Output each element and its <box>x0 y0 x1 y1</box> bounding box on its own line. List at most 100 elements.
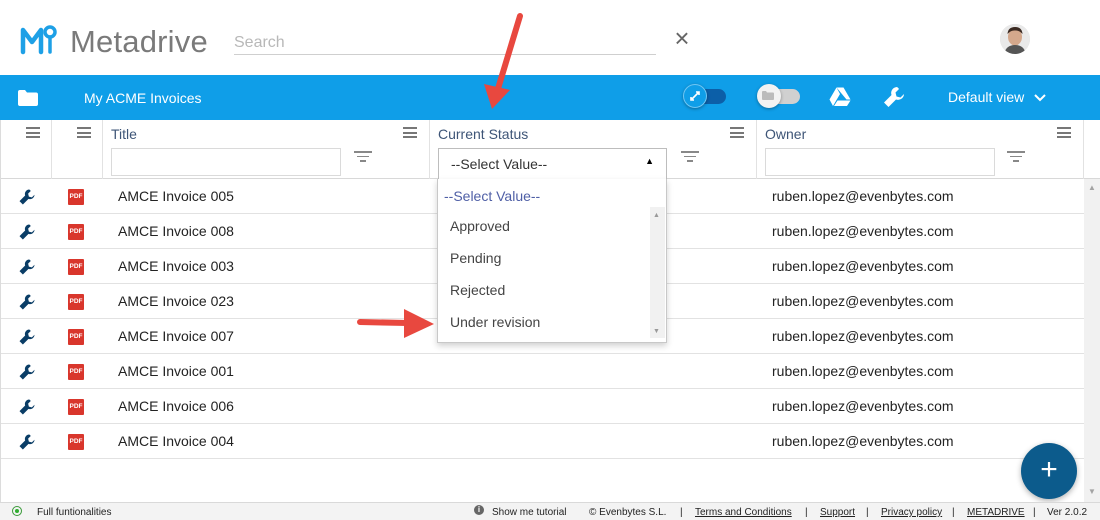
scroll-down-icon[interactable]: ▼ <box>653 328 660 335</box>
pdf-icon: PDF <box>68 399 84 415</box>
pdf-icon: PDF <box>68 364 84 380</box>
column-header-title[interactable]: Title <box>111 126 137 142</box>
terms-link[interactable]: Terms and Conditions <box>695 507 792 518</box>
compress-icon <box>683 84 707 108</box>
row-title[interactable]: AMCE Invoice 023 <box>118 293 234 309</box>
info-icon[interactable]: i <box>474 505 484 515</box>
user-avatar[interactable] <box>1000 24 1030 54</box>
footer-separator: | <box>805 507 808 518</box>
row-title[interactable]: AMCE Invoice 004 <box>118 433 234 449</box>
row-title[interactable]: AMCE Invoice 003 <box>118 258 234 274</box>
folder-toggle-icon <box>757 84 781 108</box>
view-selector-label: Default view <box>948 89 1025 105</box>
folder-toggle[interactable] <box>757 84 800 108</box>
support-link[interactable]: Support <box>820 507 855 518</box>
row-title[interactable]: AMCE Invoice 008 <box>118 223 234 239</box>
search-input[interactable] <box>234 31 656 55</box>
column-menu-icon[interactable] <box>77 127 91 138</box>
search-clear-icon[interactable]: × <box>672 25 692 51</box>
dropdown-option[interactable]: Pending <box>450 250 501 266</box>
wrench-icon[interactable] <box>18 188 36 206</box>
pdf-icon: PDF <box>68 189 84 205</box>
settings-wrench-icon[interactable] <box>882 85 906 109</box>
pdf-icon: PDF <box>68 294 84 310</box>
row-owner: ruben.lopez@evenbytes.com <box>772 223 954 239</box>
footer: Full funtionalities i Show me tutorial ©… <box>0 502 1100 520</box>
column-menu-icon[interactable] <box>730 127 744 138</box>
column-separator[interactable] <box>1083 120 1084 179</box>
column-header-status[interactable]: Current Status <box>438 126 528 142</box>
table-row[interactable]: PDF AMCE Invoice 004 ruben.lopez@evenbytes… <box>1 424 1084 459</box>
status-filter-value: --Select Value-- <box>451 156 548 172</box>
metadrive-link[interactable]: METADRIVE <box>967 507 1025 518</box>
footer-separator: | <box>866 507 869 518</box>
status-indicator-icon <box>12 506 22 516</box>
column-separator[interactable] <box>756 120 757 179</box>
column-separator[interactable] <box>51 120 52 179</box>
google-drive-icon[interactable] <box>828 86 852 108</box>
column-menu-icon[interactable] <box>26 127 40 138</box>
column-menu-icon[interactable] <box>1057 127 1071 138</box>
row-title[interactable]: AMCE Invoice 007 <box>118 328 234 344</box>
caret-up-icon: ▲ <box>645 156 654 166</box>
chevron-down-icon <box>1034 94 1046 102</box>
folder-title: My ACME Invoices <box>84 90 202 106</box>
add-document-button[interactable]: + <box>1021 443 1077 499</box>
wrench-icon[interactable] <box>18 398 36 416</box>
dropdown-option[interactable]: Approved <box>450 218 510 234</box>
row-title[interactable]: AMCE Invoice 006 <box>118 398 234 414</box>
compact-toggle[interactable] <box>683 84 726 108</box>
app-window: Metadrive × My ACME Invoices <box>0 0 1100 520</box>
dropdown-option[interactable]: --Select Value-- <box>444 188 540 204</box>
copyright-text: © Evenbytes S.L. <box>589 507 667 518</box>
status-filter-select[interactable]: --Select Value-- ▲ <box>438 148 667 179</box>
column-separator[interactable] <box>429 120 430 179</box>
wrench-icon[interactable] <box>18 223 36 241</box>
grid-scrollbar[interactable]: ▲ ▼ <box>1084 179 1100 502</box>
folder-icon[interactable] <box>17 89 39 107</box>
footer-separator: | <box>1033 507 1036 518</box>
dropdown-scrollbar[interactable]: ▲ ▼ <box>650 207 665 338</box>
view-selector[interactable]: Default view <box>948 89 1046 105</box>
owner-filter-input[interactable] <box>765 148 995 176</box>
dropdown-option[interactable]: Rejected <box>450 282 505 298</box>
column-separator[interactable] <box>102 120 103 179</box>
pdf-icon: PDF <box>68 259 84 275</box>
wrench-icon[interactable] <box>18 363 36 381</box>
scroll-down-icon[interactable]: ▼ <box>1088 487 1096 496</box>
table-row[interactable]: PDF AMCE Invoice 001 ruben.lopez@evenbytes… <box>1 354 1084 389</box>
column-menu-icon[interactable] <box>403 127 417 138</box>
title-filter-input[interactable] <box>111 148 341 176</box>
row-owner: ruben.lopez@evenbytes.com <box>772 258 954 274</box>
top-header: Metadrive × <box>0 0 1100 75</box>
wrench-icon[interactable] <box>18 433 36 451</box>
row-title[interactable]: AMCE Invoice 005 <box>118 188 234 204</box>
grid-header: Title Current Status --Select Value-- ▲ … <box>1 120 1100 179</box>
brand-name: Metadrive <box>70 24 208 59</box>
filter-icon[interactable] <box>1007 151 1025 165</box>
wrench-icon[interactable] <box>18 328 36 346</box>
annotation-arrow-down-icon <box>484 13 523 109</box>
mode-label: Full funtionalities <box>37 507 112 518</box>
scroll-up-icon[interactable]: ▲ <box>1088 183 1096 192</box>
filter-icon[interactable] <box>681 151 699 165</box>
user-avatar-icon <box>1000 24 1030 54</box>
row-owner: ruben.lopez@evenbytes.com <box>772 363 954 379</box>
scroll-up-icon[interactable]: ▲ <box>653 212 660 219</box>
version-label: Ver 2.0.2 <box>1047 507 1088 518</box>
wrench-icon[interactable] <box>18 293 36 311</box>
annotation-arrow-right-icon <box>357 309 434 338</box>
filter-icon[interactable] <box>354 151 372 165</box>
privacy-link[interactable]: Privacy policy <box>881 507 942 518</box>
pdf-icon: PDF <box>68 224 84 240</box>
row-owner: ruben.lopez@evenbytes.com <box>772 433 954 449</box>
row-owner: ruben.lopez@evenbytes.com <box>772 398 954 414</box>
dropdown-option[interactable]: Under revision <box>450 314 540 330</box>
row-title[interactable]: AMCE Invoice 001 <box>118 363 234 379</box>
wrench-icon[interactable] <box>18 258 36 276</box>
tutorial-link[interactable]: Show me tutorial <box>492 507 566 518</box>
column-header-owner[interactable]: Owner <box>765 126 806 142</box>
row-owner: ruben.lopez@evenbytes.com <box>772 293 954 309</box>
status-dropdown-list: --Select Value-- Approved Pending Reject… <box>437 179 667 343</box>
table-row[interactable]: PDF AMCE Invoice 006 ruben.lopez@evenbytes… <box>1 389 1084 424</box>
